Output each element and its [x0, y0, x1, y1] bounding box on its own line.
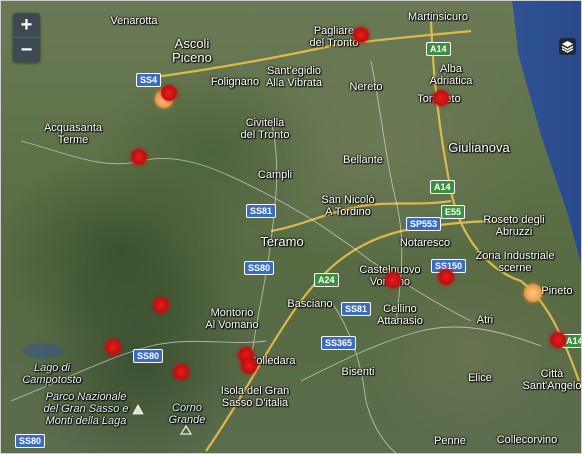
- map-marker[interactable]: [524, 284, 542, 302]
- map-marker[interactable]: [241, 358, 257, 374]
- place-martinsicuro: Martinsicuro: [408, 11, 468, 23]
- place-pineto: Pineto: [541, 285, 573, 297]
- place-montorio: Montorio Al Vomano: [205, 307, 259, 331]
- place-santegidio: Sant'egidio Alla Vibrata: [265, 65, 323, 89]
- layers-icon: [561, 41, 574, 53]
- road-shield-ss4: SS4: [136, 73, 162, 87]
- zoom-in-button[interactable]: +: [13, 13, 40, 37]
- road-shield-ss81: SS81: [341, 302, 372, 316]
- zoom-out-button[interactable]: −: [13, 37, 40, 62]
- map-marker[interactable]: [105, 339, 121, 355]
- place-folignano: Folignano: [210, 76, 260, 88]
- place-elice: Elice: [468, 372, 492, 384]
- place-penne: Penne: [434, 435, 466, 447]
- road-shield-a24: A24: [314, 273, 339, 287]
- map-marker[interactable]: [153, 297, 169, 313]
- place-teramo: Teramo: [260, 234, 304, 249]
- map-marker[interactable]: [131, 149, 147, 165]
- map-view[interactable]: Venarotta Ascoli Piceno Folignano Sant'eg…: [0, 0, 582, 454]
- map-marker[interactable]: [385, 272, 401, 288]
- place-campli: Campli: [257, 169, 293, 181]
- road-shield-a14: A14: [430, 180, 455, 194]
- road-shield-ss80: SS80: [133, 349, 164, 363]
- place-atri: Atri: [476, 314, 494, 326]
- map-marker[interactable]: [353, 27, 369, 43]
- place-notaresco: Notaresco: [399, 237, 451, 249]
- zoom-control: + −: [13, 13, 40, 62]
- road-shield-ss80: SS80: [15, 434, 46, 448]
- place-basciano: Basciano: [287, 298, 333, 310]
- place-pagliare: Pagliare del Tronto: [309, 25, 359, 49]
- road-shield-ss80: SS80: [244, 261, 275, 275]
- map-marker[interactable]: [161, 85, 177, 101]
- place-venarotta: Venarotta: [110, 15, 158, 27]
- place-giulianova: Giulianova: [448, 140, 510, 155]
- place-lago-campotosto: Lago di Campotosto: [22, 362, 82, 386]
- place-roseto: Roseto degli Abruzzi: [483, 214, 545, 238]
- place-nereto: Nereto: [349, 81, 383, 93]
- map-marker[interactable]: [550, 332, 566, 348]
- place-ascoli-piceno: Ascoli Piceno: [172, 36, 212, 65]
- layers-icon[interactable]: [559, 38, 576, 55]
- map-marker[interactable]: [438, 269, 454, 285]
- place-isola-gran-sasso: Isola del Gran Sasso D'italia: [220, 385, 290, 409]
- place-civitella: Civitella del Tronto: [240, 117, 290, 141]
- road-shield-ss81: SS81: [246, 204, 277, 218]
- map-marker[interactable]: [173, 364, 189, 380]
- place-alba-adriatica: Alba Adriatica: [429, 63, 473, 87]
- road-shield-a14: A14: [426, 42, 451, 56]
- place-citta-santangelo: Città Sant'Angelo: [522, 368, 582, 392]
- place-bisenti: Bisenti: [341, 366, 375, 378]
- place-zona-industriale: Zona Industriale scerne: [475, 250, 555, 274]
- place-acquasanta-terme: Acquasanta Terme: [43, 122, 103, 146]
- place-parco-nazionale: Parco Nazionale del Gran Sasso e Monti del…: [43, 391, 129, 427]
- map-marker[interactable]: [433, 90, 449, 106]
- mountain-peak-icon: [132, 403, 144, 421]
- road-shield-e55: E55: [441, 205, 466, 219]
- mountain-peak-icon: [179, 423, 193, 441]
- place-collecorvino: Collecorvino: [496, 434, 558, 446]
- place-bellante: Bellante: [343, 154, 383, 166]
- road-shield-sp553: SP553: [406, 217, 442, 231]
- place-cellino: Cellino Attanasio: [377, 303, 423, 327]
- road-shield-ss365: SS365: [321, 336, 357, 350]
- place-san-nicolo: San Nicolò A Tordino: [321, 194, 375, 218]
